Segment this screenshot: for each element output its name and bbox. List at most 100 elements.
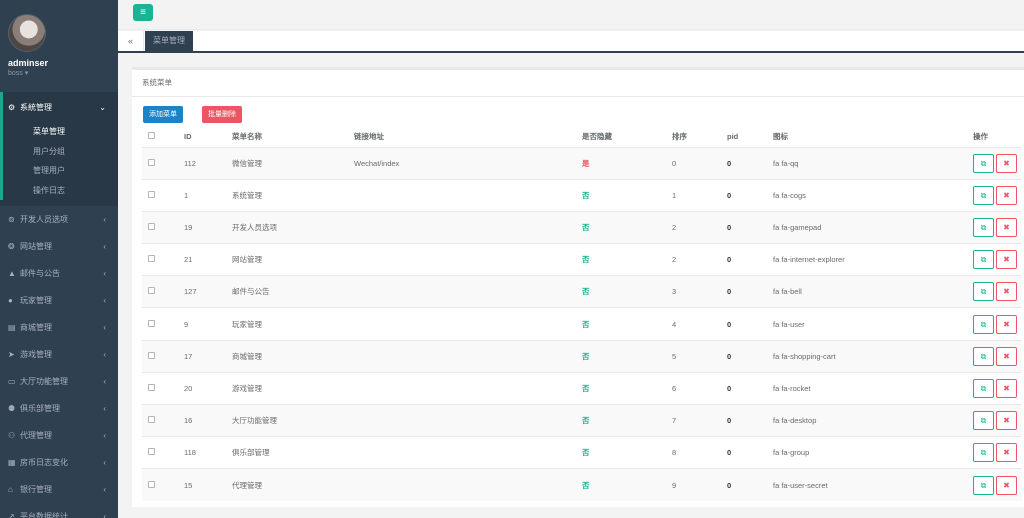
cell-url: Wechat/index: [354, 146, 582, 180]
sidebar-item-label: 代理管理: [20, 431, 52, 440]
batch-delete-button[interactable]: 批量删除: [202, 106, 242, 123]
cell-url: [354, 403, 582, 437]
cell-icon: fa fa-gamepad: [773, 210, 973, 244]
cell-url: [354, 307, 582, 341]
table-row: 21 网站管理 否 2 0 fa fa-internet-explorer ⧉ ✖: [142, 243, 1022, 276]
delete-icon[interactable]: ✖: [996, 250, 1017, 270]
row-checkbox[interactable]: [148, 287, 155, 295]
col-actions: 操作: [973, 127, 1022, 148]
sidebar-subitem-menu[interactable]: 菜单管理: [0, 122, 118, 142]
sidebar-item[interactable]: ↗ 平台数据统计 ‹: [0, 503, 118, 518]
table-row: 9 玩家管理 否 4 0 fa fa-user ⧉ ✖: [142, 307, 1022, 341]
select-all-checkbox[interactable]: [148, 132, 155, 140]
cell-id: 9: [184, 307, 232, 341]
delete-icon[interactable]: ✖: [996, 314, 1017, 334]
profile-block: adminser boss ▾: [0, 0, 118, 92]
cell-hidden: 是: [582, 146, 672, 180]
cell-hidden: 否: [582, 275, 672, 308]
delete-icon[interactable]: ✖: [996, 153, 1017, 173]
col-name: 菜单名称: [232, 127, 354, 148]
sidebar-item-label: 游戏管理: [20, 350, 52, 359]
sidebar-subitem-groups[interactable]: 用户分组: [0, 141, 118, 161]
row-checkbox[interactable]: [148, 255, 155, 263]
cell-id: 118: [184, 436, 232, 469]
cell-hidden: 否: [582, 339, 672, 373]
table-row: 20 游戏管理 否 6 0 fa fa-rocket ⧉ ✖: [142, 371, 1022, 405]
delete-icon[interactable]: ✖: [996, 217, 1017, 237]
table-row: 112 微信管理 Wechat/index 是 0 0 fa fa-qq ⧉ ✖: [142, 146, 1022, 180]
tab-menu-management[interactable]: 菜单管理: [145, 31, 193, 51]
sidebar-item[interactable]: ▭ 大厅功能管理 ‹: [0, 368, 118, 395]
cell-actions: ⧉ ✖: [973, 243, 1022, 276]
tab-scroll-left-icon[interactable]: «: [118, 31, 144, 51]
sidebar-item[interactable]: ▦ 房币日志变化 ‹: [0, 449, 118, 476]
delete-icon[interactable]: ✖: [996, 185, 1017, 205]
cell-name: 网站管理: [232, 243, 354, 276]
edit-icon[interactable]: ⧉: [973, 250, 994, 270]
cell-icon: fa fa-internet-explorer: [773, 243, 973, 276]
row-checkbox[interactable]: [148, 416, 155, 424]
edit-icon[interactable]: ⧉: [973, 185, 994, 205]
row-checkbox[interactable]: [148, 319, 155, 327]
row-checkbox[interactable]: [148, 190, 155, 198]
cell-url: [354, 275, 582, 308]
edit-icon[interactable]: ⧉: [973, 314, 994, 334]
col-pid: pid: [727, 127, 773, 148]
delete-icon[interactable]: ✖: [996, 411, 1017, 431]
add-menu-button[interactable]: 添加菜单: [143, 106, 183, 123]
edit-icon[interactable]: ⧉: [973, 282, 994, 302]
sidebar-item[interactable]: ⚉ 俱乐部管理 ‹: [0, 395, 118, 422]
chevron-left-icon: ‹: [103, 269, 106, 278]
edit-icon[interactable]: ⧉: [973, 411, 994, 431]
sidebar-item[interactable]: ➤ 游戏管理 ‹: [0, 341, 118, 368]
row-checkbox[interactable]: [148, 480, 155, 488]
cell-pid: 0: [727, 371, 773, 405]
sidebar-item[interactable]: ⌂ 银行管理 ‹: [0, 476, 118, 503]
row-checkbox[interactable]: [148, 158, 155, 166]
delete-icon[interactable]: ✖: [996, 346, 1017, 366]
row-checkbox[interactable]: [148, 222, 155, 230]
col-icon: 图标: [773, 127, 973, 148]
delete-icon[interactable]: ✖: [996, 443, 1017, 463]
hidden-status: 否: [582, 448, 590, 458]
avatar[interactable]: [8, 14, 46, 52]
cell-icon: fa fa-user: [773, 307, 973, 341]
delete-icon[interactable]: ✖: [996, 282, 1017, 302]
edit-icon[interactable]: ⧉: [973, 217, 994, 237]
row-checkbox-cell: [142, 243, 184, 276]
cell-id: 16: [184, 403, 232, 437]
sidebar-subitem-logs[interactable]: 操作日志: [0, 180, 118, 200]
sidebar-item[interactable]: ▲ 邮件与公告 ‹: [0, 260, 118, 287]
cell-id: 1: [184, 178, 232, 212]
edit-icon[interactable]: ⧉: [973, 443, 994, 463]
delete-icon[interactable]: ✖: [996, 378, 1017, 398]
sidebar-item[interactable]: ⚇ 代理管理 ‹: [0, 422, 118, 449]
edit-icon[interactable]: ⧉: [973, 378, 994, 398]
cell-sort: 3: [672, 275, 727, 308]
sidebar-item[interactable]: ⊚ 开发人员选项 ‹: [0, 206, 118, 233]
row-checkbox[interactable]: [148, 383, 155, 391]
chevron-left-icon: ‹: [103, 242, 106, 251]
menu-table: ID 菜单名称 链接地址 是否隐藏 排序 pid 图标 操作 112 微信管理 We…: [142, 127, 1022, 502]
edit-icon[interactable]: ⧉: [973, 475, 994, 495]
sidebar-item[interactable]: ● 玩家管理 ‹: [0, 287, 118, 314]
cell-hidden: 否: [582, 468, 672, 502]
edit-icon[interactable]: ⧉: [973, 153, 994, 173]
cell-url: [354, 178, 582, 212]
sidebar-item[interactable]: ❂ 网站管理 ‹: [0, 233, 118, 260]
row-checkbox[interactable]: [148, 448, 155, 456]
cell-name: 邮件与公告: [232, 275, 354, 308]
hidden-status: 否: [582, 255, 590, 265]
edit-icon[interactable]: ⧉: [973, 346, 994, 366]
row-checkbox[interactable]: [148, 351, 155, 359]
sidebar-item[interactable]: ▤ 商城管理 ‹: [0, 314, 118, 341]
delete-icon[interactable]: ✖: [996, 475, 1017, 495]
cell-actions: ⧉ ✖: [973, 468, 1022, 502]
hidden-status: 否: [582, 416, 590, 426]
cogs-icon: ⚙: [8, 102, 16, 112]
sidebar-subitem-users[interactable]: 管理用户: [0, 161, 118, 181]
hidden-status: 否: [582, 480, 590, 490]
profile-role-dropdown[interactable]: boss ▾: [8, 69, 118, 77]
menu-toggle-button[interactable]: ≡: [133, 4, 153, 21]
sidebar-item-system[interactable]: ⚙ 系統管理 ⌄: [0, 92, 118, 122]
